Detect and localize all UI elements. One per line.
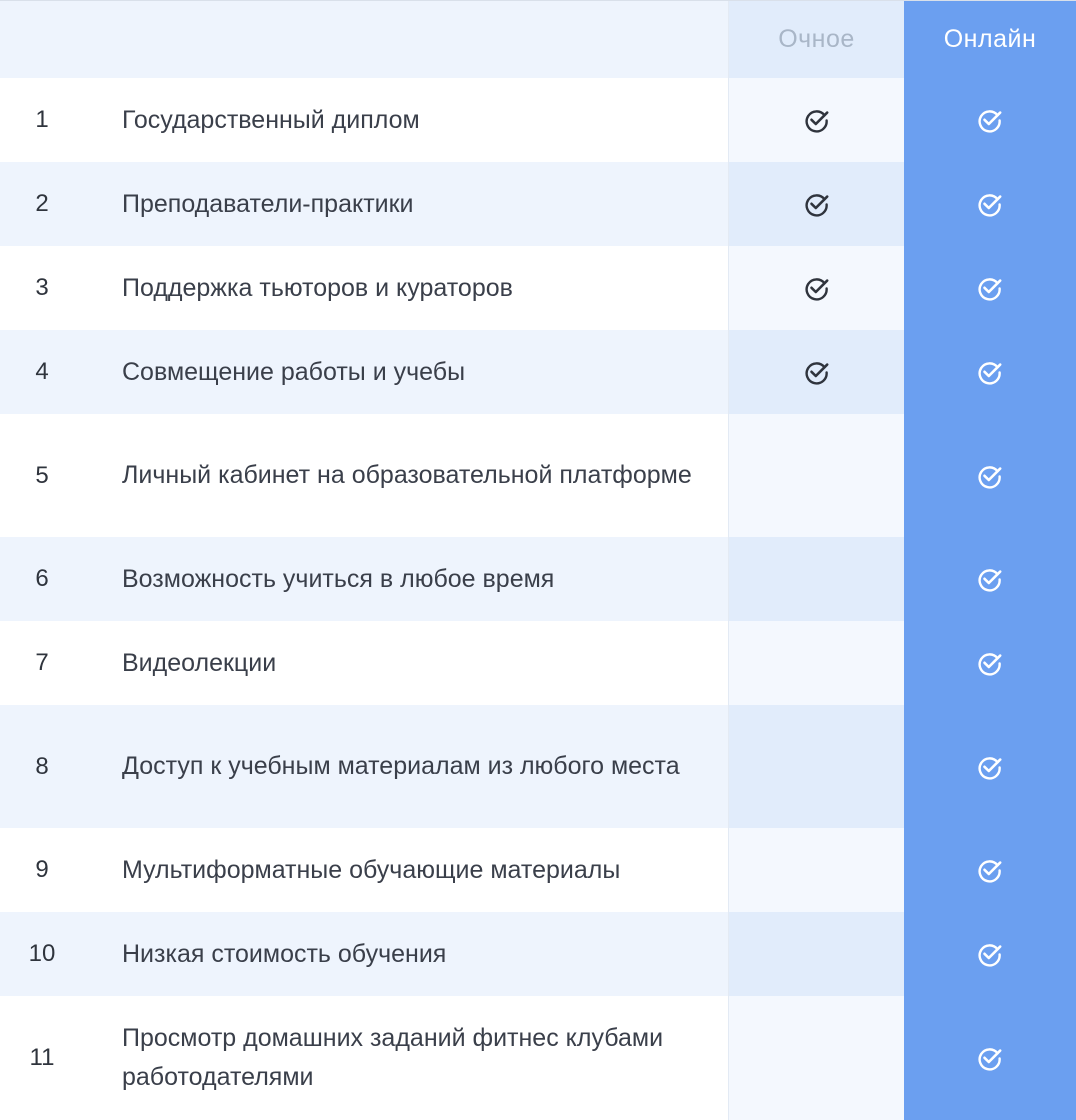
row-feature-label: Доступ к учебным материалам из любого ме… bbox=[122, 752, 680, 780]
table-row: 1 Государственный диплом bbox=[0, 78, 1076, 162]
row-number: 11 bbox=[29, 1044, 55, 1071]
row-offline-cell bbox=[728, 537, 904, 621]
row-feature-label: Государственный диплом bbox=[122, 105, 420, 134]
row-offline-cell bbox=[728, 330, 904, 414]
table-row: 8 Доступ к учебным материалам из любого м… bbox=[0, 705, 1076, 828]
row-offline-cell bbox=[728, 621, 904, 705]
row-online-cell bbox=[904, 414, 1076, 537]
row-feature-label: Возможность учиться в любое время bbox=[122, 564, 555, 593]
column-header-offline: Очное bbox=[778, 25, 855, 53]
check-circle-icon bbox=[977, 463, 1003, 489]
table-row: 9 Мультиформатные обучающие материалы bbox=[0, 828, 1076, 912]
check-circle-icon bbox=[804, 275, 830, 301]
table-row: 2 Преподаватели-практики bbox=[0, 162, 1076, 246]
check-circle-icon bbox=[977, 1045, 1003, 1071]
header-offline-cell: Очное bbox=[728, 1, 904, 78]
row-offline-cell bbox=[728, 912, 904, 996]
table-row: 6 Возможность учиться в любое время bbox=[0, 537, 1076, 621]
row-online-cell bbox=[904, 246, 1076, 330]
row-number: 2 bbox=[35, 190, 49, 217]
row-feature-label: Совмещение работы и учебы bbox=[122, 357, 466, 386]
row-offline-cell bbox=[728, 828, 904, 912]
row-online-cell bbox=[904, 537, 1076, 621]
row-offline-cell bbox=[728, 246, 904, 330]
table-row: 10 Низкая стоимость обучения bbox=[0, 912, 1076, 996]
row-offline-cell bbox=[728, 162, 904, 246]
row-online-cell bbox=[904, 996, 1076, 1120]
row-offline-cell bbox=[728, 705, 904, 828]
row-offline-cell bbox=[728, 78, 904, 162]
check-circle-icon bbox=[977, 359, 1003, 385]
table-row: 7 Видеолекции bbox=[0, 621, 1076, 705]
table-row: 5 Личный кабинет на образовательной платф… bbox=[0, 414, 1076, 537]
check-circle-icon bbox=[977, 107, 1003, 133]
table-row: 11 Просмотр домашних заданий фитнес клуба… bbox=[0, 996, 1076, 1120]
row-feature-label: Просмотр домашних заданий фитнес клубами… bbox=[122, 1024, 664, 1091]
comparison-table: Очное Онлайн 1 Государственный диплом 2 Пре… bbox=[0, 0, 1076, 1120]
check-circle-icon bbox=[977, 275, 1003, 301]
row-number: 5 bbox=[35, 461, 49, 489]
row-online-cell bbox=[904, 621, 1076, 705]
row-number: 1 bbox=[35, 106, 49, 133]
check-circle-icon bbox=[977, 754, 1003, 780]
check-circle-icon bbox=[977, 650, 1003, 676]
row-offline-cell bbox=[728, 414, 904, 537]
row-online-cell bbox=[904, 828, 1076, 912]
row-number: 10 bbox=[28, 940, 56, 967]
table-row: 4 Совмещение работы и учебы bbox=[0, 330, 1076, 414]
row-online-cell bbox=[904, 162, 1076, 246]
check-circle-icon bbox=[977, 857, 1003, 883]
row-feature-label: Мультиформатные обучающие материалы bbox=[122, 855, 621, 884]
row-feature-label: Низкая стоимость обучения bbox=[122, 939, 447, 968]
table-body: 1 Государственный диплом 2 Преподаватели-пр… bbox=[0, 78, 1076, 1120]
check-circle-icon bbox=[977, 566, 1003, 592]
row-feature-label: Видеолекции bbox=[122, 648, 277, 677]
check-circle-icon bbox=[804, 107, 830, 133]
check-circle-icon bbox=[804, 191, 830, 217]
table-header: Очное Онлайн bbox=[0, 0, 1076, 78]
row-number: 4 bbox=[35, 358, 49, 385]
header-label-cell bbox=[84, 1, 728, 78]
row-online-cell bbox=[904, 78, 1076, 162]
row-number: 7 bbox=[35, 649, 49, 676]
row-number: 6 bbox=[35, 565, 49, 592]
check-circle-icon bbox=[804, 359, 830, 385]
row-number: 8 bbox=[35, 752, 49, 780]
row-number: 9 bbox=[35, 856, 49, 883]
table-row: 3 Поддержка тьюторов и кураторов bbox=[0, 246, 1076, 330]
check-circle-icon bbox=[977, 191, 1003, 217]
column-header-online: Онлайн bbox=[943, 25, 1037, 53]
header-online-cell: Онлайн bbox=[904, 1, 1076, 78]
row-feature-label: Преподаватели-практики bbox=[122, 189, 414, 218]
check-circle-icon bbox=[977, 941, 1003, 967]
row-feature-label: Поддержка тьюторов и кураторов bbox=[122, 273, 513, 302]
row-number: 3 bbox=[35, 274, 49, 301]
row-online-cell bbox=[904, 705, 1076, 828]
row-offline-cell bbox=[728, 996, 904, 1120]
row-feature-label: Личный кабинет на образовательной платфо… bbox=[122, 461, 692, 489]
row-online-cell bbox=[904, 330, 1076, 414]
header-num-cell bbox=[0, 1, 84, 78]
row-online-cell bbox=[904, 912, 1076, 996]
